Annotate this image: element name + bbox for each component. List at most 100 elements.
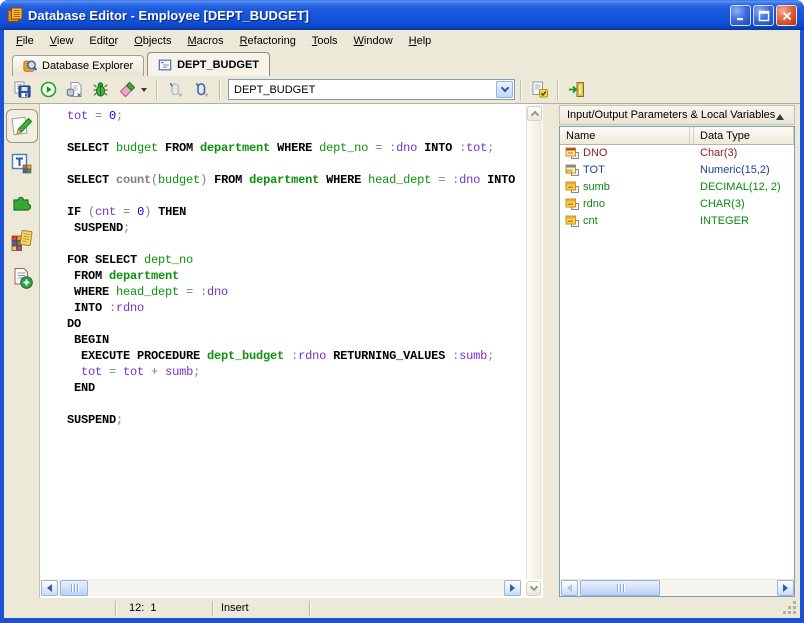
object-selector-combo[interactable]: DEPT_BUDGET <box>228 79 515 100</box>
debug-icon <box>92 81 109 98</box>
minimize-icon <box>735 10 747 22</box>
code-line: SELECT count(budget) FROM department WHE… <box>67 172 526 188</box>
scroll-down-button[interactable] <box>526 581 541 596</box>
column-header-data-type[interactable]: Data Type <box>694 127 794 145</box>
code-line: WHERE head_dept = :dno <box>67 284 526 300</box>
menu-tools[interactable]: Tools <box>304 31 346 51</box>
menu-objects[interactable]: Objects <box>126 31 179 51</box>
app-window: Database Editor - Employee [DEPT_BUDGET]… <box>0 0 804 623</box>
content-area: tot = 0;SELECT budget FROM department WH… <box>4 104 800 598</box>
params-rows: DNOChar(3)TOTNumeric(15,2)sumbDECIMAL(12… <box>560 145 794 579</box>
execute-icon <box>40 81 57 98</box>
param-row-rdno[interactable]: rdnoCHAR(3) <box>560 196 794 213</box>
scroll-left-button[interactable] <box>41 580 58 596</box>
sidebar-edit-tab[interactable] <box>6 109 38 143</box>
exit-button[interactable] <box>564 78 589 101</box>
toolbar-right-group-a <box>527 78 552 101</box>
code-line: FROM department <box>67 268 526 284</box>
code-line <box>67 396 526 412</box>
window-title: Database Editor - Employee [DEPT_BUDGET] <box>28 8 309 23</box>
minimize-button[interactable] <box>730 5 751 26</box>
sidebar-plugin-tab[interactable] <box>6 185 38 219</box>
menu-bar: FileViewEditorObjectsMacrosRefactoringTo… <box>4 30 800 52</box>
resize-grip[interactable] <box>793 611 796 614</box>
close-icon <box>781 10 793 22</box>
scroll-right-button[interactable] <box>777 580 794 596</box>
parameters-list: Name Data Type DNOChar(3)TOTNumeric(15,2… <box>559 126 795 597</box>
cursor-position-text: 12: 1 <box>129 602 157 614</box>
chevron-down-icon <box>529 583 537 591</box>
param-row-sumb[interactable]: sumbDECIMAL(12, 2) <box>560 179 794 196</box>
code-line <box>67 124 526 140</box>
menu-view[interactable]: View <box>42 31 82 51</box>
maximize-button[interactable] <box>753 5 774 26</box>
title-bar[interactable]: Database Editor - Employee [DEPT_BUDGET] <box>0 0 804 30</box>
code-line: END <box>67 380 526 396</box>
chevron-up-icon <box>530 111 538 119</box>
code-area[interactable]: tot = 0;SELECT budget FROM department WH… <box>40 104 526 579</box>
editor-horizontal-scrollbar[interactable] <box>41 579 521 596</box>
menu-window[interactable]: Window <box>346 31 401 51</box>
app-icon <box>7 7 23 23</box>
sql-editor[interactable]: tot = 0;SELECT budget FROM department WH… <box>40 104 543 598</box>
script-button[interactable] <box>62 78 87 101</box>
debug-button[interactable] <box>88 78 113 101</box>
param-type: Numeric(15,2) <box>700 164 770 176</box>
tab-dept-budget[interactable]: DEPT_BUDGET <box>147 52 270 76</box>
insert-mode-text: Insert <box>221 602 249 614</box>
triangle-left-icon <box>47 584 52 592</box>
dropdown-caret-icon[interactable] <box>141 88 147 92</box>
input-parameter-button[interactable] <box>163 78 188 101</box>
collapse-button[interactable] <box>773 110 787 123</box>
scroll-up-button[interactable] <box>527 106 542 121</box>
grants-icon <box>10 228 34 252</box>
params-column-header: Name Data Type <box>560 127 794 145</box>
tab-database-explorer[interactable]: Database Explorer <box>12 55 144 76</box>
clear-button[interactable] <box>114 78 139 101</box>
menu-help[interactable]: Help <box>401 31 440 51</box>
code-line: SUSPEND; <box>67 412 526 428</box>
column-label: Data Type <box>700 130 750 142</box>
splitter[interactable] <box>543 104 558 598</box>
save-button[interactable] <box>10 78 35 101</box>
procedure-editor-icon <box>158 58 172 72</box>
menu-refactoring[interactable]: Refactoring <box>232 31 304 51</box>
parameters-panel-title: Input/Output Parameters & Local Variable… <box>567 109 775 121</box>
menu-file[interactable]: File <box>8 31 42 51</box>
toolbar-separator <box>557 80 559 100</box>
thumb-grip-icon <box>617 584 624 592</box>
code-line: tot = tot + sumb; <box>67 364 526 380</box>
editor-vertical-scrollbar[interactable] <box>526 105 542 579</box>
input-parameter-icon <box>167 81 184 98</box>
column-header-name[interactable]: Name <box>560 127 690 145</box>
execute-button[interactable] <box>36 78 61 101</box>
menu-macros[interactable]: Macros <box>179 31 231 51</box>
scrollbar-thumb[interactable] <box>580 580 660 596</box>
param-row-cnt[interactable]: cntINTEGER <box>560 213 794 230</box>
code-line <box>67 236 526 252</box>
panel-horizontal-scrollbar[interactable] <box>560 579 794 596</box>
output-parameter-button[interactable] <box>189 78 214 101</box>
toolbar-separator <box>520 80 522 100</box>
code-line: SELECT budget FROM department WHERE dept… <box>67 140 526 156</box>
triangle-left-icon <box>567 584 572 592</box>
combo-dropdown-button[interactable] <box>496 81 513 98</box>
sidebar-grants-tab[interactable] <box>6 223 38 257</box>
code-line <box>67 188 526 204</box>
parameters-panel-header: Input/Output Parameters & Local Variable… <box>559 105 795 125</box>
sidebar-ddl-tab[interactable] <box>6 261 38 295</box>
menu-editor[interactable]: Editor <box>81 31 126 51</box>
toolbar-separator <box>156 80 158 100</box>
variable-icon <box>565 215 580 228</box>
variable-icon <box>565 198 580 211</box>
object-selector-value: DEPT_BUDGET <box>229 84 495 96</box>
param-row-tot[interactable]: TOTNumeric(15,2) <box>560 162 794 179</box>
scroll-right-button[interactable] <box>504 580 521 596</box>
status-cell-empty <box>4 598 115 618</box>
document-check-button[interactable] <box>527 78 552 101</box>
sidebar-description-tab[interactable] <box>6 147 38 181</box>
close-button[interactable] <box>776 5 797 26</box>
scrollbar-thumb[interactable] <box>60 580 88 596</box>
scroll-left-button[interactable] <box>561 580 578 596</box>
param-row-dno[interactable]: DNOChar(3) <box>560 145 794 162</box>
